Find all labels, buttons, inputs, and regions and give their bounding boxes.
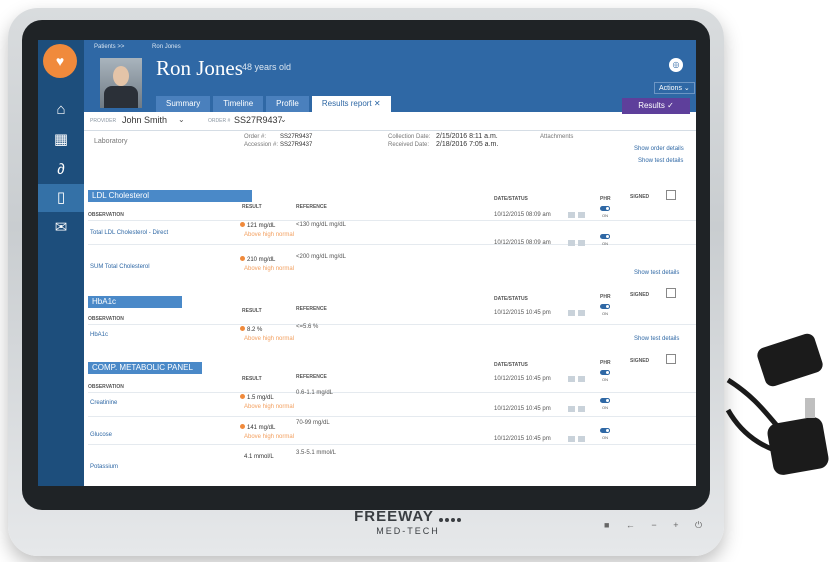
- power-cable-icon: [725, 333, 829, 475]
